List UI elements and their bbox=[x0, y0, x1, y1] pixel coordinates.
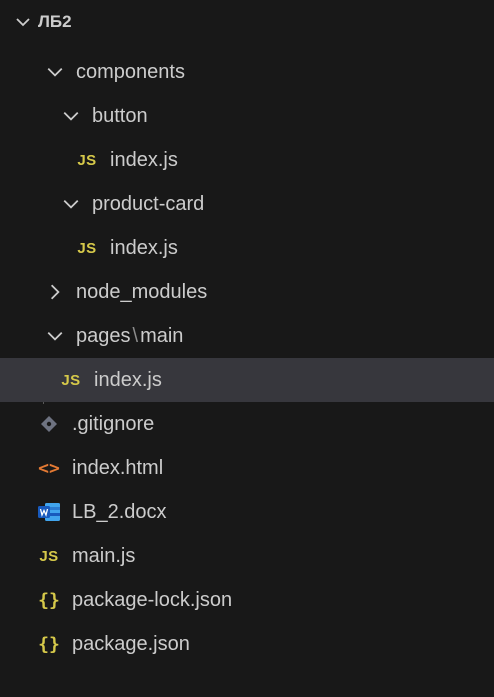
file-label: main.js bbox=[72, 544, 136, 567]
file-label: LB_2.docx bbox=[72, 500, 167, 523]
file-label: index.js bbox=[110, 148, 178, 171]
file-gitignore[interactable]: .gitignore bbox=[0, 402, 494, 446]
file-label: package.json bbox=[72, 632, 190, 655]
path-separator: \ bbox=[132, 324, 139, 347]
file-product-card-index-js[interactable]: JS index.js bbox=[0, 226, 494, 270]
file-label: index.js bbox=[110, 236, 178, 259]
json-file-icon: {} bbox=[38, 633, 60, 655]
html-file-icon: <> bbox=[38, 457, 60, 479]
folder-label-part: pages bbox=[76, 324, 131, 347]
file-lb-2-docx[interactable]: LB_2.docx bbox=[0, 490, 494, 534]
javascript-file-icon: JS bbox=[77, 151, 97, 169]
folder-button[interactable]: button bbox=[0, 94, 494, 138]
javascript-file-icon: JS bbox=[61, 371, 81, 389]
file-package-lock-json[interactable]: {} package-lock.json bbox=[0, 578, 494, 622]
folder-label: button bbox=[92, 104, 148, 127]
file-pages-main-index-js[interactable]: JS index.js bbox=[0, 358, 494, 402]
root-folder-label: ЛБ2 bbox=[38, 12, 72, 31]
folder-label: product-card bbox=[92, 192, 205, 215]
file-label: package-lock.json bbox=[72, 588, 233, 611]
chevron-down-icon bbox=[44, 61, 66, 83]
folder-label: node_modules bbox=[76, 280, 208, 303]
file-main-js[interactable]: JS main.js bbox=[0, 534, 494, 578]
file-index-html[interactable]: <> index.html bbox=[0, 446, 494, 490]
file-button-index-js[interactable]: JS index.js bbox=[0, 138, 494, 182]
json-file-icon: {} bbox=[38, 589, 60, 611]
git-diamond-icon bbox=[36, 412, 62, 436]
chevron-right-icon bbox=[44, 281, 66, 303]
folder-components[interactable]: components bbox=[0, 50, 494, 94]
file-package-json[interactable]: {} package.json bbox=[0, 622, 494, 666]
folder-product-card[interactable]: product-card bbox=[0, 182, 494, 226]
word-document-icon bbox=[36, 500, 62, 524]
folder-label-part: main bbox=[140, 324, 184, 347]
file-label: index.js bbox=[94, 368, 162, 391]
file-label: .gitignore bbox=[72, 412, 155, 435]
explorer-root-folder[interactable]: ЛБ2 bbox=[0, 0, 494, 44]
file-explorer: ЛБ2 components button JS index.js produc… bbox=[0, 0, 494, 697]
file-label: index.html bbox=[72, 456, 164, 479]
folder-label: components bbox=[76, 60, 185, 83]
folder-node-modules[interactable]: node_modules bbox=[0, 270, 494, 314]
folder-pages-main[interactable]: pages \ main bbox=[0, 314, 494, 358]
javascript-file-icon: JS bbox=[39, 547, 59, 565]
chevron-down-icon bbox=[60, 105, 82, 127]
chevron-down-icon bbox=[60, 193, 82, 215]
chevron-down-icon bbox=[14, 11, 32, 33]
javascript-file-icon: JS bbox=[77, 239, 97, 257]
chevron-down-icon bbox=[44, 325, 66, 347]
